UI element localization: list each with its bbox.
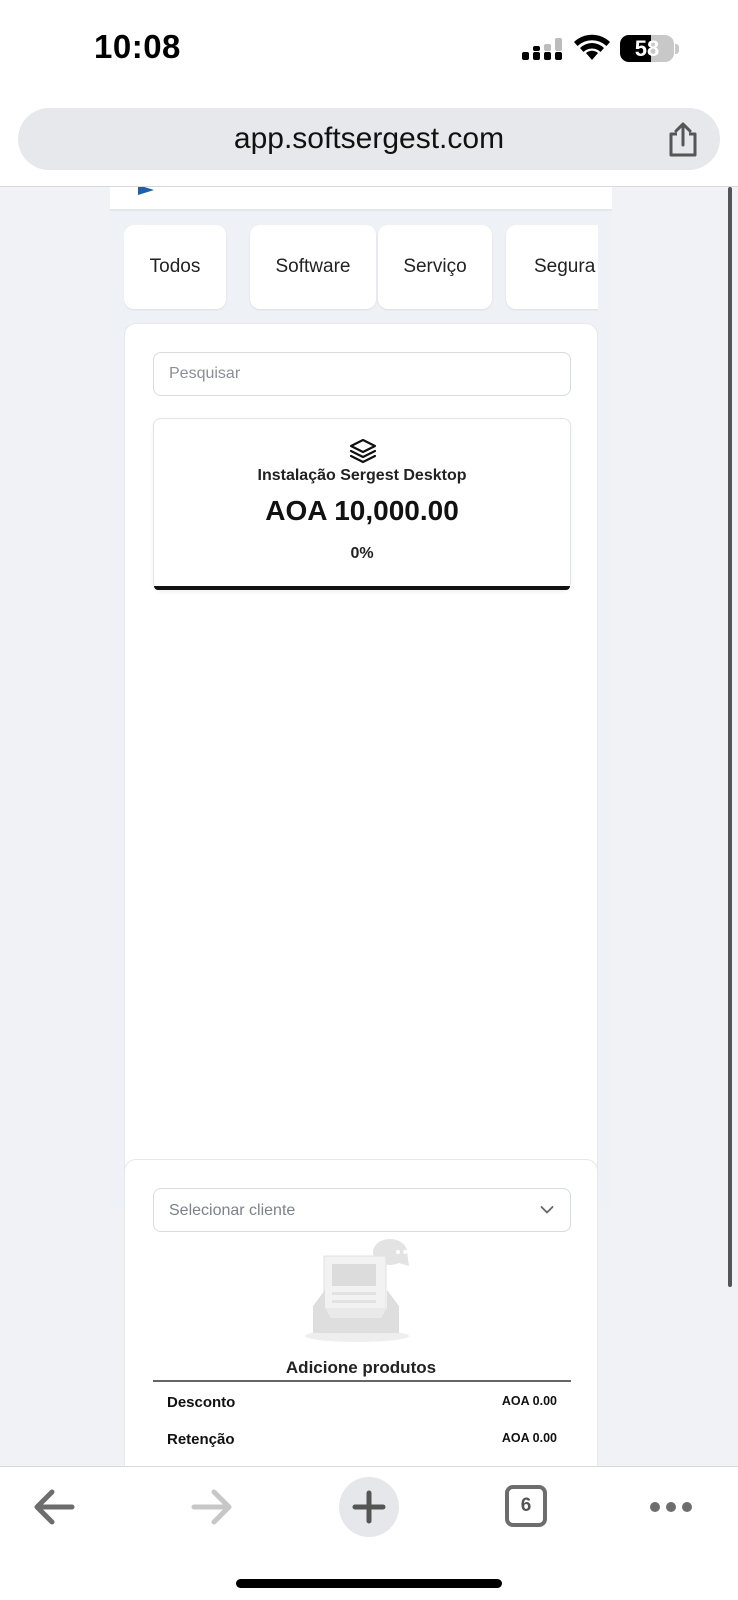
- tab-software[interactable]: Software: [250, 225, 376, 309]
- summary-row-discount: Desconto AOA 0.00: [167, 1394, 557, 1416]
- battery-tip: [675, 44, 679, 54]
- summary-value: AOA 0.00: [501, 1394, 557, 1408]
- tab-seguranca[interactable]: Segura: [506, 225, 598, 309]
- product-price: AOA 10,000.00: [265, 495, 459, 526]
- battery-icon: 58: [620, 35, 674, 62]
- category-tabs: Todos Software Serviço Segura: [124, 225, 598, 311]
- search-input[interactable]: [153, 352, 571, 396]
- client-select[interactable]: Selecionar cliente: [153, 1188, 571, 1232]
- cellular-signal-icon: [522, 38, 562, 60]
- page-header: [110, 187, 612, 211]
- client-select-placeholder: Selecionar cliente: [169, 1202, 296, 1219]
- summary-row-retention: Retenção AOA 0.00: [167, 1431, 557, 1453]
- home-indicator[interactable]: [236, 1579, 502, 1588]
- web-viewport: Todos Software Serviço Segura Instalação…: [0, 186, 738, 1466]
- tabs-button[interactable]: 6: [504, 1467, 548, 1547]
- address-bar[interactable]: app.softsergest.com: [18, 108, 720, 170]
- summary-label: Desconto: [167, 1394, 236, 1411]
- summary-divider: [153, 1380, 571, 1382]
- cart-panel: Selecionar cliente Adicione produtos Des…: [124, 1159, 598, 1466]
- empty-inbox-icon: [305, 1238, 414, 1342]
- product-card[interactable]: Instalação Sergest Desktop AOA 10,000.00…: [153, 418, 571, 590]
- status-bar: 10:08 58: [0, 0, 738, 100]
- tab-count: 6: [520, 1495, 532, 1516]
- product-name: Instalação Sergest Desktop: [257, 467, 467, 484]
- layers-icon: [349, 438, 377, 464]
- wifi-icon: [574, 34, 610, 60]
- tab-servico[interactable]: Serviço: [378, 225, 492, 309]
- tab-todos[interactable]: Todos: [124, 225, 226, 309]
- summary-value: AOA 0.00: [501, 1431, 557, 1445]
- battery-level: 58: [634, 36, 660, 61]
- empty-cart-message: Adicione produtos: [285, 1358, 437, 1377]
- url-text[interactable]: app.softsergest.com: [18, 108, 720, 170]
- product-card-accent: [154, 586, 570, 590]
- share-icon[interactable]: [666, 121, 700, 157]
- product-discount: 0%: [350, 545, 374, 562]
- summary-label: Retenção: [167, 1431, 235, 1448]
- back-arrow-icon[interactable]: [30, 1467, 80, 1547]
- plus-icon[interactable]: [338, 1467, 400, 1547]
- chevron-down-icon: [540, 1206, 554, 1214]
- status-time: 10:08: [94, 28, 181, 65]
- more-icon[interactable]: [648, 1467, 694, 1547]
- forward-arrow-icon[interactable]: [186, 1467, 236, 1547]
- scrollbar[interactable]: [728, 187, 732, 1287]
- logo-icon: [138, 187, 154, 195]
